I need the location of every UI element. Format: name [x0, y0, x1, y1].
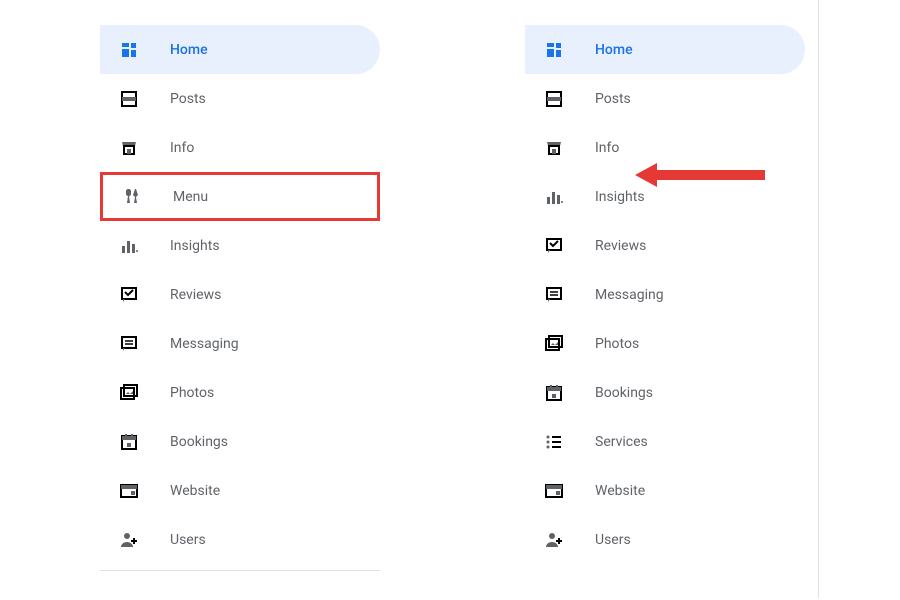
- sidebar-item-label: Reviews: [170, 287, 221, 303]
- sidebar-item-label: Users: [595, 532, 631, 548]
- store-icon: [543, 137, 565, 159]
- insights-icon: [118, 235, 140, 257]
- sidebar-item-bookings[interactable]: Bookings: [525, 368, 805, 417]
- calendar-icon: [118, 431, 140, 453]
- sidebar-item-reviews[interactable]: Reviews: [100, 270, 380, 319]
- sidebar-item-home[interactable]: Home: [525, 25, 805, 74]
- sidebar-item-label: Users: [170, 532, 206, 548]
- divider: [100, 570, 380, 571]
- left-sidebar: Home Posts Info Menu Insights Reviews Me…: [100, 25, 380, 571]
- add-user-icon: [543, 529, 565, 551]
- sidebar-item-reviews[interactable]: Reviews: [525, 221, 805, 270]
- sidebar-item-label: Bookings: [595, 385, 653, 401]
- sidebar-item-users[interactable]: Users: [100, 515, 380, 564]
- sidebar-item-label: Insights: [595, 189, 645, 205]
- sidebar-item-label: Info: [170, 140, 194, 156]
- sidebar-item-insights[interactable]: Insights: [100, 221, 380, 270]
- reviews-icon: [118, 284, 140, 306]
- sidebar-item-bookings[interactable]: Bookings: [100, 417, 380, 466]
- sidebar-item-messaging[interactable]: Messaging: [100, 319, 380, 368]
- posts-icon: [118, 88, 140, 110]
- sidebar-item-posts[interactable]: Posts: [100, 74, 380, 123]
- sidebar-item-users[interactable]: Users: [525, 515, 805, 564]
- sidebar-item-label: Reviews: [595, 238, 646, 254]
- sidebar-item-label: Posts: [170, 91, 206, 107]
- sidebar-item-website[interactable]: Website: [100, 466, 380, 515]
- sidebar-item-label: Insights: [170, 238, 220, 254]
- sidebar-item-label: Posts: [595, 91, 631, 107]
- sidebar-item-insights[interactable]: Insights: [525, 172, 805, 221]
- website-icon: [543, 480, 565, 502]
- sidebar-item-label: Info: [595, 140, 619, 156]
- sidebar-item-label: Services: [595, 434, 648, 450]
- sidebar-item-label: Home: [595, 42, 633, 58]
- sidebar-item-photos[interactable]: Photos: [100, 368, 380, 417]
- sidebar-item-label: Photos: [170, 385, 214, 401]
- store-icon: [118, 137, 140, 159]
- sidebar-item-label: Bookings: [170, 434, 228, 450]
- messaging-icon: [543, 284, 565, 306]
- sidebar-item-menu[interactable]: Menu: [100, 172, 380, 221]
- photos-icon: [118, 382, 140, 404]
- right-sidebar: Home Posts Info Insights Reviews Messagi…: [525, 25, 805, 564]
- vertical-divider: [818, 0, 819, 598]
- calendar-icon: [543, 382, 565, 404]
- utensils-icon: [121, 186, 143, 208]
- sidebar-item-label: Messaging: [170, 336, 239, 352]
- sidebar-item-home[interactable]: Home: [100, 25, 380, 74]
- posts-icon: [543, 88, 565, 110]
- sidebar-item-website[interactable]: Website: [525, 466, 805, 515]
- dashboard-icon: [543, 39, 565, 61]
- sidebar-item-info[interactable]: Info: [525, 123, 805, 172]
- insights-icon: [543, 186, 565, 208]
- list-icon: [543, 431, 565, 453]
- messaging-icon: [118, 333, 140, 355]
- reviews-icon: [543, 235, 565, 257]
- sidebar-item-photos[interactable]: Photos: [525, 319, 805, 368]
- sidebar-item-label: Menu: [173, 189, 208, 205]
- photos-icon: [543, 333, 565, 355]
- sidebar-item-label: Home: [170, 42, 208, 58]
- sidebar-item-label: Website: [595, 483, 645, 499]
- sidebar-item-label: Messaging: [595, 287, 664, 303]
- add-user-icon: [118, 529, 140, 551]
- sidebar-item-info[interactable]: Info: [100, 123, 380, 172]
- dashboard-icon: [118, 39, 140, 61]
- sidebar-item-label: Website: [170, 483, 220, 499]
- sidebar-item-label: Photos: [595, 336, 639, 352]
- sidebar-item-posts[interactable]: Posts: [525, 74, 805, 123]
- sidebar-item-services[interactable]: Services: [525, 417, 805, 466]
- sidebar-item-messaging[interactable]: Messaging: [525, 270, 805, 319]
- website-icon: [118, 480, 140, 502]
